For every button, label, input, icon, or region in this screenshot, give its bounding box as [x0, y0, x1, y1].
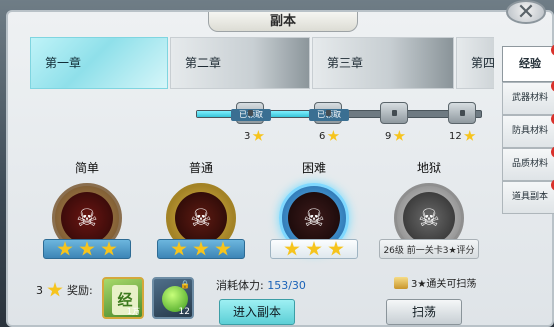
item-count: 12 [178, 307, 190, 317]
tab-chapter-2[interactable]: 第二章 [170, 37, 310, 89]
star-icon [101, 241, 117, 256]
stamina-cost: 消耗体力: 153/30 [216, 277, 306, 293]
stamina-label: 消耗体力: [216, 279, 264, 292]
star-icon [47, 282, 63, 297]
star-icon [252, 130, 265, 141]
star-icon [193, 241, 209, 256]
difficulty-label: 地狱 [416, 161, 441, 175]
reward-chest-4[interactable] [448, 102, 476, 124]
reward-star-count: 3 [36, 283, 43, 297]
reward-item-exp-book[interactable]: 经 1万 [102, 277, 144, 319]
sweep-button[interactable]: 扫荡 [386, 299, 462, 325]
sweep-requirement-text: 3★通关可扫荡 [411, 279, 477, 290]
claimed-tag: 已领取 [309, 109, 349, 121]
chest-star-count: 6 [319, 130, 326, 142]
tab-label: 道具副本 [511, 192, 548, 202]
chest-star-requirement: 3 [244, 130, 265, 142]
star-icon [327, 130, 340, 141]
star-rating [43, 239, 131, 259]
chest-star-count: 12 [449, 130, 462, 142]
reward-chest-3[interactable] [380, 102, 408, 124]
difficulty-hard[interactable]: 困难 ☠ [270, 159, 358, 259]
skull-icon: ☠ [418, 204, 440, 232]
lock-icon: 🔒 [180, 280, 190, 289]
item-count: 1万 [126, 307, 140, 316]
chest-star-count: 9 [385, 130, 392, 142]
star-icon [284, 241, 300, 256]
difficulty-label: 困难 [301, 161, 326, 175]
chapter-label: 第二章 [185, 56, 222, 70]
star-icon [215, 241, 231, 256]
tab-chapter-1[interactable]: 第一章 [30, 37, 168, 89]
star-icon [463, 130, 476, 141]
close-icon: ✕ [516, 0, 536, 25]
enter-dungeon-button[interactable]: 进入副本 [219, 299, 295, 325]
reward-item-orb[interactable]: 🔒 12 [152, 277, 194, 319]
tab-label: 武器材料 [511, 93, 548, 103]
tab-label: 防具材料 [511, 126, 548, 136]
chapter-label: 第三章 [327, 56, 364, 70]
close-button[interactable]: ✕ [506, 0, 546, 25]
stamina-value: 153/30 [267, 279, 306, 292]
difficulty-label: 简单 [74, 161, 99, 175]
chest-star-count: 3 [244, 130, 251, 142]
unlock-requirement: 26级 前一关卡3★评分 [379, 239, 479, 259]
star-icon [393, 130, 406, 141]
claimed-tag: 已领取 [231, 109, 271, 121]
chest-star-requirement: 6 [319, 130, 340, 142]
chapter-label: 第一章 [45, 56, 82, 70]
skull-icon: ☠ [190, 204, 212, 232]
star-icon [328, 241, 344, 256]
tab-quality-materials[interactable]: 品质材料 1 [502, 146, 554, 181]
difficulty-label: 普通 [188, 161, 213, 175]
star-icon [79, 241, 95, 256]
chapter-label: 第四 [471, 56, 494, 70]
sweep-requirement: 3★通关可扫荡 [394, 275, 476, 290]
category-tabs: 经验 5 武器材料 3 防具材料 3 品质材料 1 道具副本 3 [502, 44, 554, 214]
chapter-tabs: 第一章 第二章 第三章 第四 [30, 37, 494, 89]
difficulty-hell[interactable]: 地狱 ☠ 26级 前一关卡3★评分 [379, 159, 479, 259]
tab-experience[interactable]: 经验 5 [502, 44, 554, 82]
skull-icon: ☠ [76, 204, 98, 232]
reward-chest-2[interactable]: 已领取 [309, 102, 349, 124]
tab-weapon-materials[interactable]: 武器材料 3 [502, 80, 554, 115]
chest-star-requirement: 12 [449, 130, 476, 142]
reward-chest-1[interactable]: 已领取 [231, 102, 271, 124]
chest-star-requirement: 9 [385, 130, 406, 142]
reward-section: 3 奖励: [36, 282, 93, 298]
star-rating [157, 239, 245, 259]
unlock-requirement-text: 26级 前一关卡3★评分 [383, 245, 475, 256]
difficulty-easy[interactable]: 简单 ☠ [43, 159, 131, 259]
tab-chapter-3[interactable]: 第三章 [312, 37, 454, 89]
sweep-scroll-icon [394, 276, 408, 289]
panel-title: 副本 [208, 12, 358, 32]
tab-armor-materials[interactable]: 防具材料 3 [502, 113, 554, 148]
reward-label: 奖励: [67, 284, 93, 297]
tab-label: 经验 [519, 57, 541, 70]
dungeon-panel: 副本 第一章 第二章 第三章 第四 已领取 3 已领取 6 9 12 简单 ☠ … [6, 10, 554, 327]
difficulty-normal[interactable]: 普通 ☠ [157, 159, 245, 259]
skull-icon: ☠ [303, 204, 325, 232]
star-rating [270, 239, 358, 259]
tab-chapter-4[interactable]: 第四 [456, 37, 494, 89]
star-icon [306, 241, 322, 256]
star-icon [171, 241, 187, 256]
star-icon [57, 241, 73, 256]
tab-label: 品质材料 [511, 159, 548, 169]
tab-item-dungeon[interactable]: 道具副本 3 [502, 179, 554, 214]
